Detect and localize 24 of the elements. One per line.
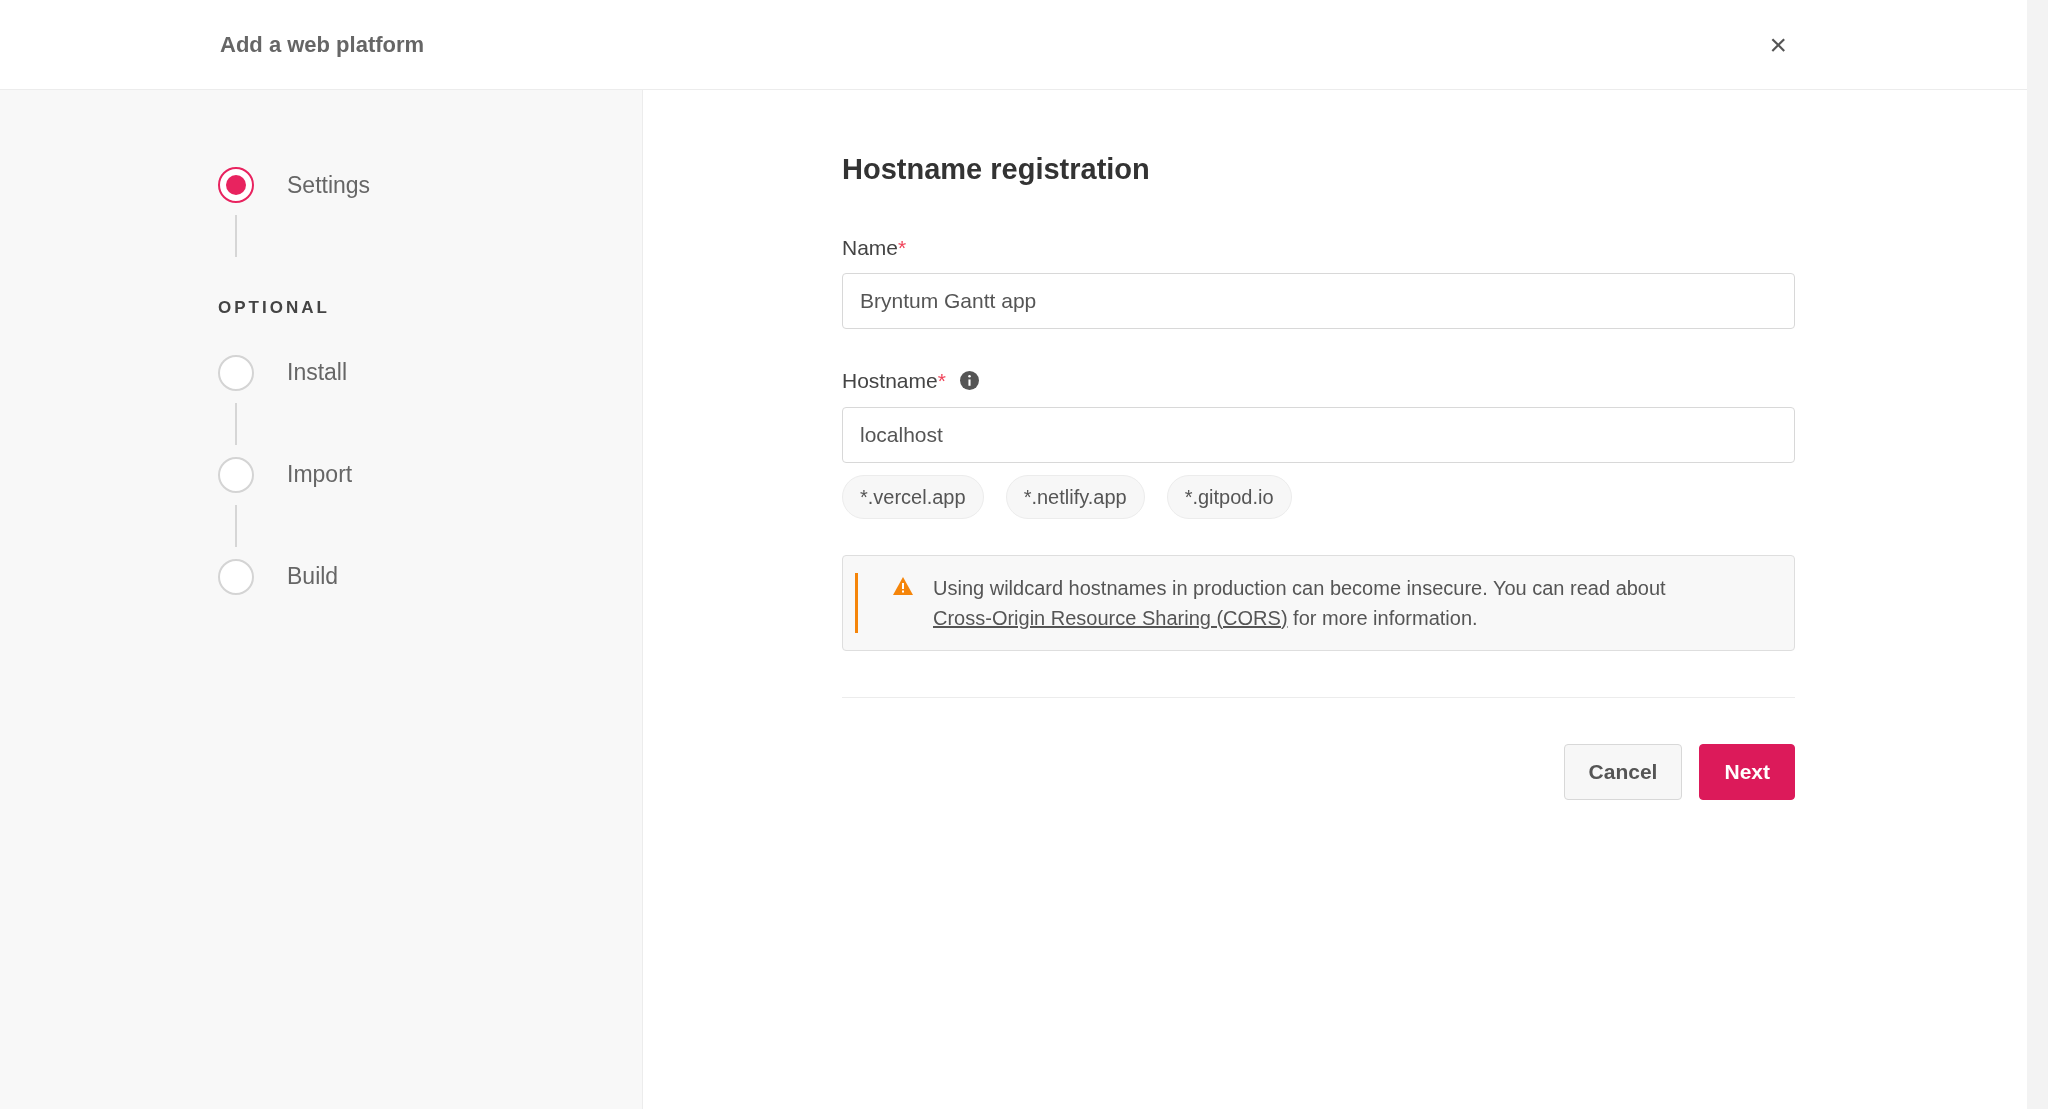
field-label: Name bbox=[842, 234, 899, 261]
text-input[interactable]: Bryntum Gantt app bbox=[842, 273, 1795, 329]
step-radio[interactable] bbox=[218, 167, 254, 203]
step-label[interactable]: Settings bbox=[287, 167, 371, 203]
cors-link[interactable]: Cross-Origin Resource Sharing (CORS) bbox=[933, 606, 1288, 629]
cancel-button[interactable]: Cancel bbox=[1563, 743, 1683, 800]
warning-icon bbox=[893, 576, 913, 595]
section-heading: OPTIONAL bbox=[218, 297, 330, 319]
form-heading: Hostname registration bbox=[842, 152, 1150, 187]
suggestion-chip[interactable]: *.vercel.app bbox=[842, 474, 984, 519]
step-label[interactable]: Build bbox=[287, 559, 339, 594]
required-mark: * bbox=[898, 234, 907, 261]
close-button[interactable]: × bbox=[1769, 29, 1787, 60]
suggestion-chip[interactable]: *.netlify.app bbox=[1005, 474, 1145, 519]
suggestion-chip[interactable]: *.gitpod.io bbox=[1166, 474, 1292, 519]
text-input[interactable]: localhost bbox=[842, 406, 1795, 463]
required-mark: * bbox=[937, 368, 946, 394]
step-label[interactable]: Import bbox=[287, 457, 353, 492]
dialog-title: Add a web platform bbox=[220, 31, 425, 59]
next-button[interactable]: Next bbox=[1699, 743, 1795, 800]
step-label[interactable]: Install bbox=[287, 355, 348, 390]
warning-text: Using wildcard hostnames in production can become insecure. You can read about Cross-Origin Resource Sharing (CORS) for more information. bbox=[933, 575, 1667, 631]
info-icon[interactable] bbox=[959, 371, 979, 391]
field-label: Hostname bbox=[842, 368, 938, 394]
